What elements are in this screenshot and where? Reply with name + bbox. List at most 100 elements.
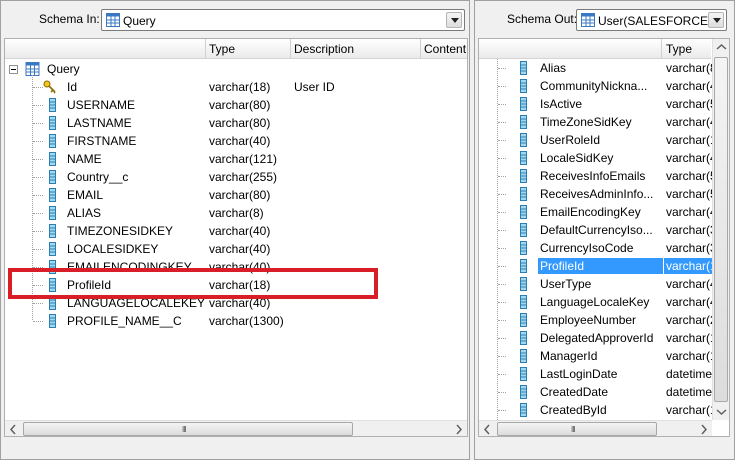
field-name: Country__c [67,170,129,184]
tree-row[interactable]: DelegatedApproverId varchar(18) [479,329,712,347]
tree-row[interactable]: LanguageLocaleKey varchar(40) [479,293,712,311]
tree-row[interactable]: USERNAME varchar(80) [5,96,467,114]
scroll-thumb[interactable] [714,57,728,402]
field-name: ReceivesInfoEmails [540,169,646,183]
field-type: varchar(18) [666,349,712,363]
field-name: TIMEZONESIDKEY [67,224,174,238]
tree-row[interactable]: ALIAS varchar(8) [5,204,467,222]
schema-out-pane: Schema Out: User(SALESFORCE.) Type Alias… [474,0,735,460]
field-type: varchar(80) [209,116,271,130]
tree-row[interactable]: DefaultCurrencyIso... varchar(3) [479,221,712,239]
tree-row[interactable]: LASTNAME varchar(80) [5,114,467,132]
schema-in-pane: Schema In: Query Type Description Conten… [0,0,470,460]
field-name: LOCALESIDKEY [67,242,159,256]
tree-row[interactable]: NAME varchar(121) [5,150,467,168]
scroll-right-icon[interactable] [695,421,712,436]
field-type: varchar(40) [666,115,712,129]
tree-row[interactable]: CommunityNicknа... varchar(40) [479,77,712,95]
tree-root[interactable]: Query [5,60,467,78]
dropdown-arrow-icon[interactable] [708,12,724,28]
tree-row[interactable]: CreatedDate datetime [479,383,712,401]
schema-out-value: User(SALESFORCE.) [598,14,716,28]
tree-row[interactable]: LOCALESIDKEY varchar(40) [5,240,467,258]
tree-row[interactable]: EMAIL varchar(80) [5,186,467,204]
tree-row[interactable]: EmailEncodingKey varchar(40) [479,203,712,221]
tree-row[interactable]: PROFILE_NAME__C varchar(1300) [5,312,467,330]
tree-row[interactable]: ProfileIdvarchar(18) [479,257,712,275]
tree-row[interactable]: Country__c varchar(255) [5,168,467,186]
schema-in-bar: Schema In: Query [1,1,469,39]
scroll-down-icon[interactable] [713,403,729,420]
schema-out-dropdown[interactable]: User(SALESFORCE.) [576,9,727,31]
scroll-left-icon[interactable] [479,421,496,436]
scroll-left-icon[interactable] [5,421,22,436]
table-icon [581,13,595,27]
tree-row[interactable]: CreatedById varchar(18) [479,401,712,419]
table-icon [106,13,120,27]
schema-in-tree[interactable]: Type Description Content Query Id varcha… [4,38,468,437]
field-name: USERNAME [67,98,136,112]
field-type: varchar(18) [664,258,712,274]
tree-row[interactable]: Id varchar(18) User ID [5,78,467,96]
tree-root-label: Query [47,62,80,76]
field-type: varchar(255) [209,170,278,184]
field-type: varchar(40) [209,242,271,256]
horizontal-scrollbar[interactable]: III [5,420,467,436]
tree-row[interactable]: UserType varchar(40) [479,275,712,293]
column-header: Type [479,39,711,59]
tree-row[interactable]: ManagerId varchar(18) [479,347,712,365]
field-type: varchar(18) [666,133,712,147]
field-name: EMAIL [67,188,104,202]
horizontal-scrollbar[interactable]: III [479,420,712,436]
field-name: CreatedById [540,403,607,417]
field-name: LanguageLocaleKey [540,295,650,309]
field-name: TimeZoneSidKey [540,115,632,129]
tree-row[interactable]: FIRSTNAME varchar(40) [5,132,467,150]
collapse-icon[interactable] [9,65,18,74]
tree-row[interactable]: UserRoleId varchar(18) [479,131,712,149]
field-name: DefaultCurrencyIso... [540,223,653,237]
vertical-scrollbar[interactable] [712,39,729,420]
tree-row[interactable]: CurrencyIsoCode varchar(3) [479,239,712,257]
highlight-annotation [8,268,378,299]
column-description[interactable]: Description [294,42,354,56]
schema-in-dropdown[interactable]: Query [101,9,465,31]
tree-row[interactable]: TimeZoneSidKey varchar(40) [479,113,712,131]
tree-row[interactable]: TIMEZONESIDKEY varchar(40) [5,222,467,240]
scroll-right-icon[interactable] [450,421,467,436]
field-type: varchar(18) [209,80,271,94]
schema-out-bar: Schema Out: User(SALESFORCE.) [475,1,734,39]
schema-out-tree[interactable]: Type Alias varchar(8) CommunityNicknа... va… [478,38,730,437]
tree-row[interactable]: EmployeeNumber varchar(20) [479,311,712,329]
column-content[interactable]: Content [424,42,466,56]
field-type: varchar(40) [666,79,712,93]
field-type: datetime [666,367,712,381]
field-name: LASTNAME [67,116,132,130]
tree-row[interactable]: LastLoginDate datetime [479,365,712,383]
scroll-thumb[interactable]: III [23,422,353,436]
schema-in-label: Schema In: [39,12,100,26]
column-type[interactable]: Type [209,42,235,56]
field-type: varchar(3) [666,241,712,255]
field-type: datetime [666,385,712,399]
field-name: CurrencyIsoCode [540,241,634,255]
column-type[interactable]: Type [666,42,692,56]
tree-row[interactable]: ReceivesAdminInfo... varchar(5) [479,185,712,203]
tree-row[interactable]: IsActive varchar(5) [479,95,712,113]
scroll-up-icon[interactable] [713,39,729,56]
field-type: varchar(40) [666,295,712,309]
tree-row[interactable]: LocaleSidKey varchar(40) [479,149,712,167]
field-name: UserRoleId [540,133,601,147]
field-type: varchar(18) [666,331,712,345]
field-type: varchar(80) [209,188,271,202]
tree-row[interactable]: Alias varchar(8) [479,59,712,77]
field-name: Alias [540,61,567,75]
field-type: varchar(40) [209,224,271,238]
field-type: varchar(3) [666,223,712,237]
field-type: varchar(5) [666,187,712,201]
field-type: varchar(40) [666,151,712,165]
scroll-thumb[interactable]: III [497,422,657,436]
field-type: varchar(8) [666,61,712,75]
tree-row[interactable]: ReceivesInfoEmails varchar(5) [479,167,712,185]
dropdown-arrow-icon[interactable] [446,12,462,28]
